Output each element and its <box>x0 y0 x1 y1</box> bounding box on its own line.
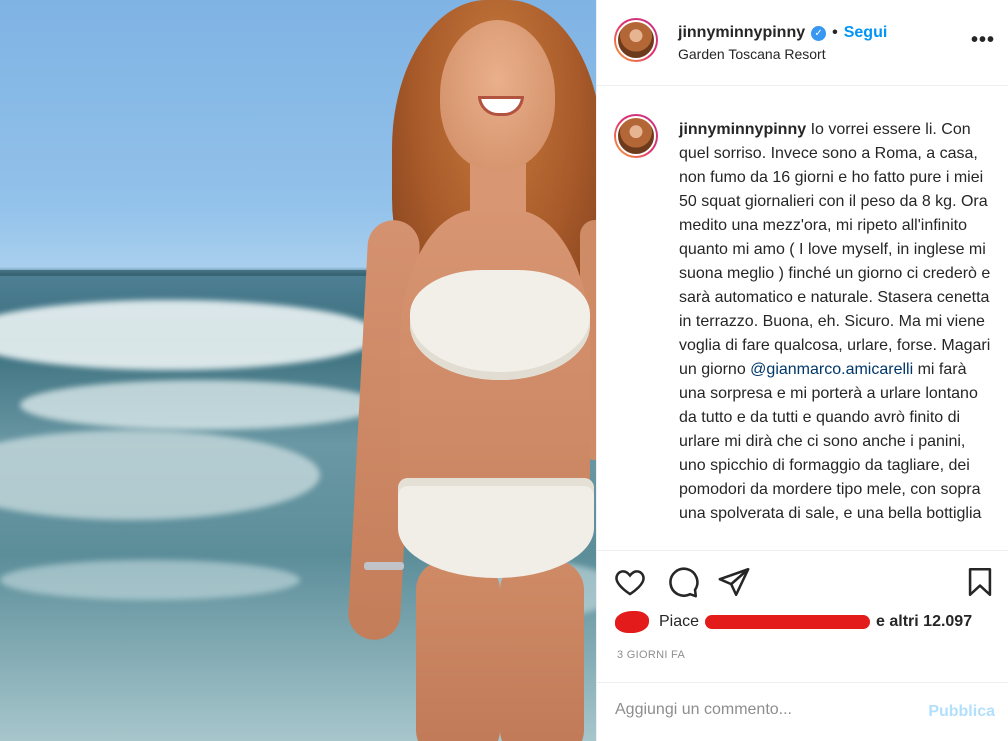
caption-text: jinnyminnypinny Io vorrei essere li. Con… <box>679 118 994 526</box>
post-timestamp[interactable]: 3 GIORNI FA <box>617 649 685 661</box>
mention-link[interactable]: @gianmarco.amicarelli <box>750 361 913 378</box>
post-photo[interactable] <box>0 0 596 741</box>
redaction-mark <box>705 615 871 629</box>
avatar[interactable] <box>614 114 658 158</box>
likes-prefix: Piace <box>659 613 700 630</box>
comment-icon[interactable] <box>666 565 700 599</box>
comment-input[interactable] <box>615 701 905 719</box>
swimsuit-top <box>410 270 590 380</box>
person-leg <box>500 560 584 741</box>
swimsuit-bottom <box>398 478 594 578</box>
wave <box>0 300 380 370</box>
caption-text-part: mi farà una sorpresa e mi porterà a urla… <box>679 361 985 522</box>
wave <box>0 430 320 520</box>
comments-area[interactable]: jinnyminnypinny Io vorrei essere li. Con… <box>597 87 1008 549</box>
location-link[interactable]: Garden Toscana Resort <box>678 46 826 62</box>
likes-line: Piace e altri 12.097 <box>615 611 972 633</box>
action-bar: Piace e altri 12.097 3 GIORNI FA <box>597 550 1008 670</box>
more-options-icon[interactable]: ••• <box>971 30 995 50</box>
username-link[interactable]: jinnyminnypinny <box>678 24 805 42</box>
caption-text-part: Io vorrei essere li. Con quel sorriso. I… <box>679 121 995 378</box>
header-user-line: jinnyminnypinny ✓ • Segui <box>678 24 887 42</box>
post-header: jinnyminnypinny ✓ • Segui Garden Toscana… <box>597 0 1008 86</box>
post-side-panel: jinnyminnypinny ✓ • Segui Garden Toscana… <box>596 0 1008 741</box>
person-face <box>440 20 555 170</box>
publish-button[interactable]: Pubblica <box>928 703 995 721</box>
wave <box>0 560 300 600</box>
caption-username[interactable]: jinnyminnypinny <box>679 121 806 138</box>
avatar[interactable] <box>614 18 658 62</box>
bracelet <box>364 562 404 570</box>
bookmark-icon[interactable] <box>963 565 997 599</box>
follow-button[interactable]: Segui <box>844 24 888 42</box>
add-comment-row: Pubblica <box>597 682 1008 741</box>
share-icon[interactable] <box>717 565 751 599</box>
heart-icon[interactable] <box>613 565 647 599</box>
wave <box>20 380 380 430</box>
verified-badge-icon: ✓ <box>811 25 827 41</box>
separator-dot: • <box>832 24 838 41</box>
person-leg <box>416 560 500 741</box>
redaction-mark <box>615 611 649 633</box>
likes-count-link[interactable]: e altri 12.097 <box>876 613 972 631</box>
